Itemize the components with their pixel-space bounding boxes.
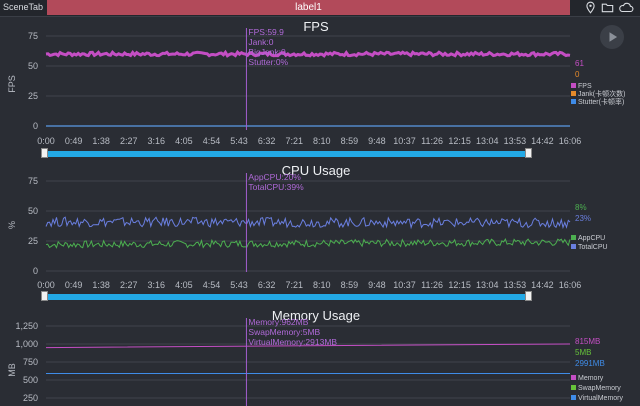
mem-legend-swatch [571,385,576,390]
mem-y-tick-label: 250 [23,393,38,403]
mem-cursor-annotation: Memory:962MB [248,317,308,327]
memory-chart: Memory Usage MB 1,2501,000750500250 Memo… [7,308,623,406]
mem-legend-label: SwapMemory [578,385,621,392]
mem-legend-label: Memory [578,375,604,382]
mem-y-tick-label: 500 [23,375,38,385]
mem-y-tick-label: 750 [23,357,38,367]
mem-legend-swatch [571,395,576,400]
mem-cursor-annotation: SwapMemory:5MB [248,327,320,337]
mem-right-value: 5MB [575,348,591,357]
mem-cursor-annotation: VirtualMemory:2913MB [248,337,337,347]
memory-series [45,343,571,374]
mem-right-value: 2991MB [575,359,605,368]
mem-right-value: 815MB [575,337,600,346]
mem-y-tick-label: 1,250 [15,321,38,331]
mem-legend-label: VirtualMemory [578,395,623,402]
memory-right-values: 815MB 5MB 2991MB [575,337,605,368]
memory-legend: Memory SwapMemory VirtualMemory [571,375,623,402]
mem-legend-swatch [571,375,576,380]
memory-y-axis-label: MB [7,363,17,377]
mem-y-tick-label: 1,000 [15,339,38,349]
memory-y-ticks: 1,250 1,000 750 500 250 [15,321,38,403]
